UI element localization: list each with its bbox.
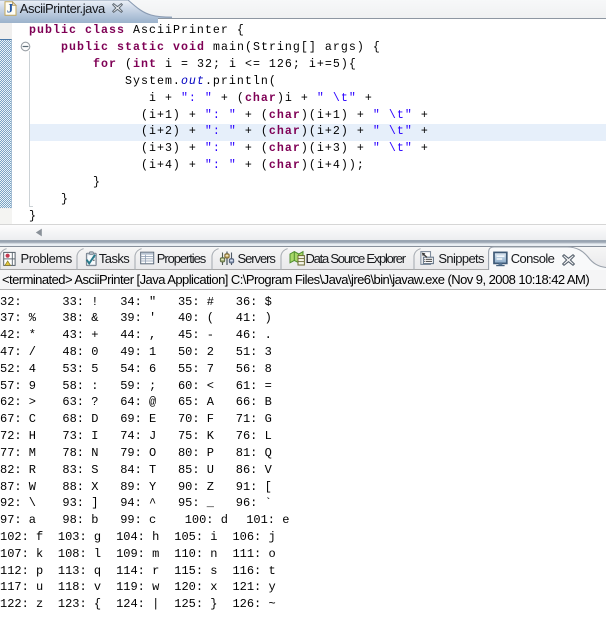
svg-text:J: J [7,2,13,16]
